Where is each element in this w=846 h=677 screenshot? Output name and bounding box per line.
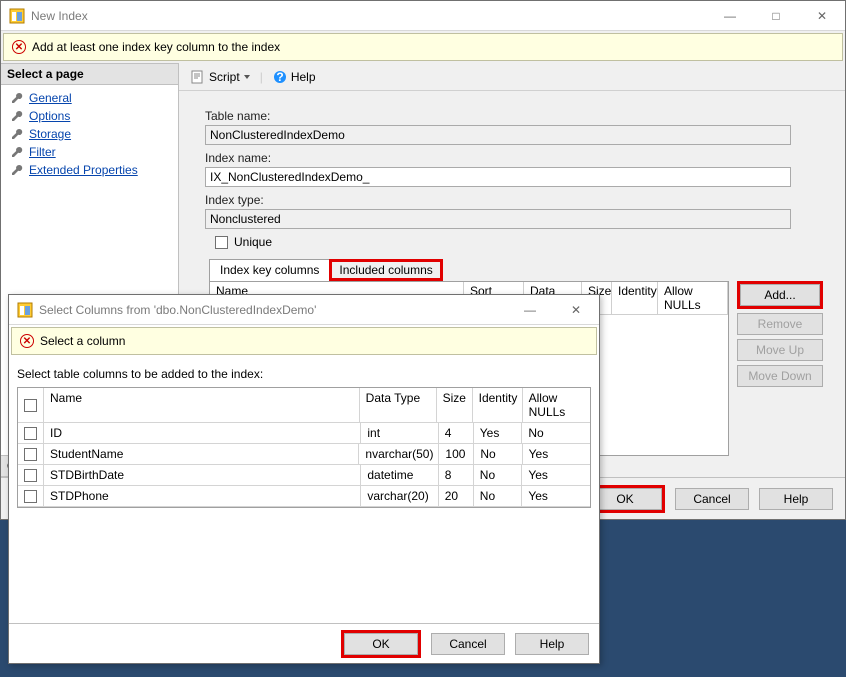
close-button[interactable]: ✕ [799, 1, 845, 31]
col-header-size[interactable]: Size [437, 388, 473, 423]
cell-size: 8 [439, 465, 474, 486]
dialog-help-button[interactable]: Help [515, 633, 589, 655]
cell-size: 20 [439, 486, 474, 507]
row-checkbox[interactable] [18, 486, 44, 507]
col-header-checkbox[interactable] [18, 388, 44, 423]
checkbox-icon [215, 236, 228, 249]
col-header-identity[interactable]: Identity [612, 282, 658, 315]
page-item-storage[interactable]: Storage [1, 125, 178, 143]
page-item-filter[interactable]: Filter [1, 143, 178, 161]
page-item-extended[interactable]: Extended Properties [1, 161, 178, 179]
col-header-datatype[interactable]: Data Type [360, 388, 437, 423]
script-button[interactable]: Script [185, 68, 256, 86]
warning-bar: ✕ Add at least one index key column to t… [3, 33, 843, 61]
table-name-field: NonClusteredIndexDemo [205, 125, 791, 145]
tab-index-key-columns[interactable]: Index key columns [209, 259, 330, 281]
warning-text: Add at least one index key column to the… [32, 40, 280, 54]
cell-identity: No [474, 465, 523, 486]
row-checkbox[interactable] [18, 423, 44, 444]
tab-included-columns[interactable]: Included columns [329, 259, 442, 281]
cell-name: ID [44, 423, 361, 444]
cell-datatype: varchar(20) [361, 486, 438, 507]
dialog-instruction: Select table columns to be added to the … [17, 367, 591, 381]
index-name-input[interactable] [205, 167, 791, 187]
dialog-cancel-button[interactable]: Cancel [431, 633, 505, 655]
cell-allow-nulls: No [522, 423, 590, 444]
row-checkbox[interactable] [18, 444, 44, 465]
wrench-icon [11, 128, 23, 140]
dialog-warning-text: Select a column [40, 334, 125, 348]
help-icon: ? [273, 70, 287, 84]
dialog-button-bar: OK Cancel Help [9, 623, 599, 663]
move-down-button: Move Down [737, 365, 823, 387]
columns-grid: Name Data Type Size Identity Allow NULLs… [17, 387, 591, 508]
dialog-ok-button[interactable]: OK [344, 633, 418, 655]
error-icon: ✕ [20, 334, 34, 348]
titlebar[interactable]: New Index — □ ✕ [1, 1, 845, 31]
select-columns-dialog: Select Columns from 'dbo.NonClusteredInd… [8, 294, 600, 664]
row-checkbox[interactable] [18, 465, 44, 486]
dialog-title: Select Columns from 'dbo.NonClusteredInd… [39, 303, 316, 317]
cancel-button[interactable]: Cancel [675, 488, 749, 510]
wrench-icon [11, 146, 23, 158]
toolbar: Script | ? Help [179, 63, 845, 91]
dialog-warning-bar: ✕ Select a column [11, 327, 597, 355]
cell-size: 4 [439, 423, 474, 444]
window-title: New Index [31, 9, 88, 23]
move-up-button: Move Up [737, 339, 823, 361]
index-app-icon [9, 8, 25, 24]
col-header-allow-nulls[interactable]: Allow NULLs [658, 282, 728, 315]
index-name-label: Index name: [205, 151, 827, 165]
table-row[interactable]: STDBirthDatedatetime8NoYes [18, 465, 590, 486]
cell-identity: No [474, 444, 522, 465]
unique-checkbox[interactable]: Unique [215, 235, 827, 249]
cell-identity: Yes [474, 423, 523, 444]
script-icon [191, 70, 205, 84]
dialog-titlebar[interactable]: Select Columns from 'dbo.NonClusteredInd… [9, 295, 599, 325]
col-header-identity[interactable]: Identity [473, 388, 523, 423]
error-icon: ✕ [12, 40, 26, 54]
cell-name: STDPhone [44, 486, 361, 507]
index-app-icon [17, 302, 33, 318]
table-row[interactable]: STDPhonevarchar(20)20NoYes [18, 486, 590, 507]
cell-datatype: nvarchar(50) [359, 444, 439, 465]
cell-name: StudentName [44, 444, 359, 465]
wrench-icon [11, 92, 23, 104]
cell-allow-nulls: Yes [522, 486, 590, 507]
table-name-label: Table name: [205, 109, 827, 123]
dialog-close-button[interactable]: ✕ [553, 295, 599, 325]
col-header-allow-nulls[interactable]: Allow NULLs [523, 388, 590, 423]
cell-datatype: int [361, 423, 438, 444]
page-item-options[interactable]: Options [1, 107, 178, 125]
wrench-icon [11, 164, 23, 176]
table-row[interactable]: StudentNamenvarchar(50)100NoYes [18, 444, 590, 465]
cell-datatype: datetime [361, 465, 438, 486]
help-button[interactable]: Help [759, 488, 833, 510]
index-type-field: Nonclustered [205, 209, 791, 229]
add-button[interactable]: Add... [740, 284, 820, 306]
cell-identity: No [474, 486, 523, 507]
chevron-down-icon [244, 75, 250, 79]
table-row[interactable]: IDint4YesNo [18, 423, 590, 444]
index-type-label: Index type: [205, 193, 827, 207]
cell-allow-nulls: Yes [523, 444, 590, 465]
wrench-icon [11, 110, 23, 122]
cell-name: STDBirthDate [44, 465, 361, 486]
col-header-name[interactable]: Name [44, 388, 360, 423]
svg-text:?: ? [276, 70, 283, 84]
maximize-button[interactable]: □ [753, 1, 799, 31]
cell-size: 100 [439, 444, 474, 465]
remove-button: Remove [737, 313, 823, 335]
dialog-minimize-button[interactable]: — [507, 295, 553, 325]
help-button[interactable]: ? Help [267, 68, 322, 86]
pages-header: Select a page [1, 63, 178, 85]
unique-label: Unique [234, 235, 272, 249]
page-item-general[interactable]: General [1, 89, 178, 107]
minimize-button[interactable]: — [707, 1, 753, 31]
cell-allow-nulls: Yes [522, 465, 590, 486]
